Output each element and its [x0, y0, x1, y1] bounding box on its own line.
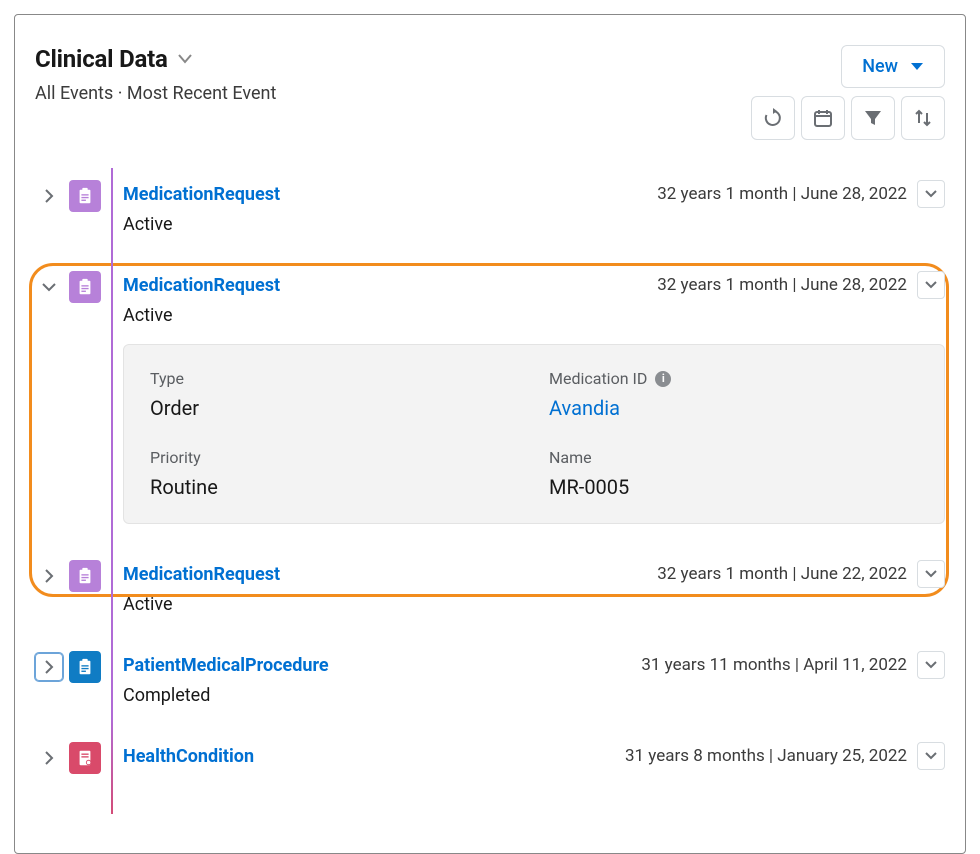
clinical-data-panel: Clinical Data All Events · Most Recent E…: [14, 14, 966, 854]
item-meta: 32 years 1 month | June 28, 2022: [657, 184, 907, 204]
detail-label-type: Type: [150, 369, 519, 388]
timeline-item: MedicationRequest 32 years 1 month | Jun…: [35, 259, 945, 548]
caret-down-icon: [925, 661, 937, 669]
timeline: MedicationRequest 32 years 1 month | Jun…: [35, 168, 945, 774]
refresh-button[interactable]: [751, 96, 795, 140]
expand-toggle[interactable]: [35, 182, 63, 210]
new-button-label: New: [862, 56, 898, 77]
detail-value-type: Order: [150, 396, 519, 420]
detail-label-text: Medication ID: [549, 369, 647, 388]
item-status: Active: [123, 594, 945, 615]
chevron-right-icon: [43, 751, 55, 765]
calendar-icon: [813, 108, 833, 128]
item-status: Completed: [123, 685, 945, 706]
caret-down-icon: [925, 190, 937, 198]
expand-toggle[interactable]: [35, 744, 63, 772]
item-meta: 32 years 1 month | June 22, 2022: [657, 564, 907, 584]
caret-down-icon: [925, 752, 937, 760]
new-button[interactable]: New: [841, 45, 945, 88]
clipboard-icon: [69, 180, 101, 212]
item-status: Active: [123, 305, 945, 326]
item-status: Active: [123, 214, 945, 235]
chevron-right-icon: [43, 660, 55, 674]
clipboard-icon: [69, 271, 101, 303]
expand-toggle[interactable]: [35, 653, 63, 681]
chevron-right-icon: [43, 189, 55, 203]
item-meta: 32 years 1 month | June 28, 2022: [657, 275, 907, 295]
clipboard-icon: [69, 651, 101, 683]
detail-label-priority: Priority: [150, 448, 519, 467]
detail-value-name: MR-0005: [549, 475, 918, 499]
item-details: Type Order Medication ID i Avandia Prior…: [123, 344, 945, 524]
row-menu-button[interactable]: [917, 742, 945, 770]
row-menu-button[interactable]: [917, 560, 945, 588]
timeline-item: HealthCondition 31 years 8 months | Janu…: [35, 730, 945, 774]
document-icon: [69, 742, 101, 774]
title-dropdown-icon[interactable]: [178, 54, 192, 64]
filter-button[interactable]: [851, 96, 895, 140]
page-subtitle: All Events · Most Recent Event: [35, 83, 276, 104]
calendar-button[interactable]: [801, 96, 845, 140]
timeline-item: MedicationRequest 32 years 1 month | Jun…: [35, 548, 945, 639]
item-meta: 31 years 11 months | April 11, 2022: [641, 655, 907, 675]
sort-button[interactable]: [901, 96, 945, 140]
item-meta: 31 years 8 months | January 25, 2022: [625, 746, 907, 766]
row-menu-button[interactable]: [917, 271, 945, 299]
item-title[interactable]: MedicationRequest: [123, 275, 280, 296]
row-menu-button[interactable]: [917, 651, 945, 679]
page-title: Clinical Data: [35, 45, 168, 73]
chevron-right-icon: [43, 569, 55, 583]
refresh-icon: [763, 108, 783, 128]
caret-down-icon: [925, 570, 937, 578]
expand-toggle[interactable]: [35, 273, 63, 301]
timeline-item: MedicationRequest 32 years 1 month | Jun…: [35, 168, 945, 259]
row-menu-button[interactable]: [917, 180, 945, 208]
expand-toggle[interactable]: [35, 562, 63, 590]
detail-label-name: Name: [549, 448, 918, 467]
sort-icon: [913, 108, 933, 128]
item-title[interactable]: MedicationRequest: [123, 564, 280, 585]
chevron-down-icon: [42, 281, 56, 293]
item-title[interactable]: MedicationRequest: [123, 184, 280, 205]
filter-icon: [863, 108, 883, 128]
caret-down-icon: [925, 281, 937, 289]
clipboard-icon: [69, 560, 101, 592]
item-title[interactable]: HealthCondition: [123, 746, 254, 767]
detail-value-priority: Routine: [150, 475, 519, 499]
timeline-item: PatientMedicalProcedure 31 years 11 mont…: [35, 639, 945, 730]
item-title[interactable]: PatientMedicalProcedure: [123, 655, 329, 676]
info-icon[interactable]: i: [655, 371, 671, 387]
detail-value-medication-id[interactable]: Avandia: [549, 396, 918, 420]
detail-label-medication-id: Medication ID i: [549, 369, 918, 388]
caret-down-icon: [910, 62, 924, 72]
